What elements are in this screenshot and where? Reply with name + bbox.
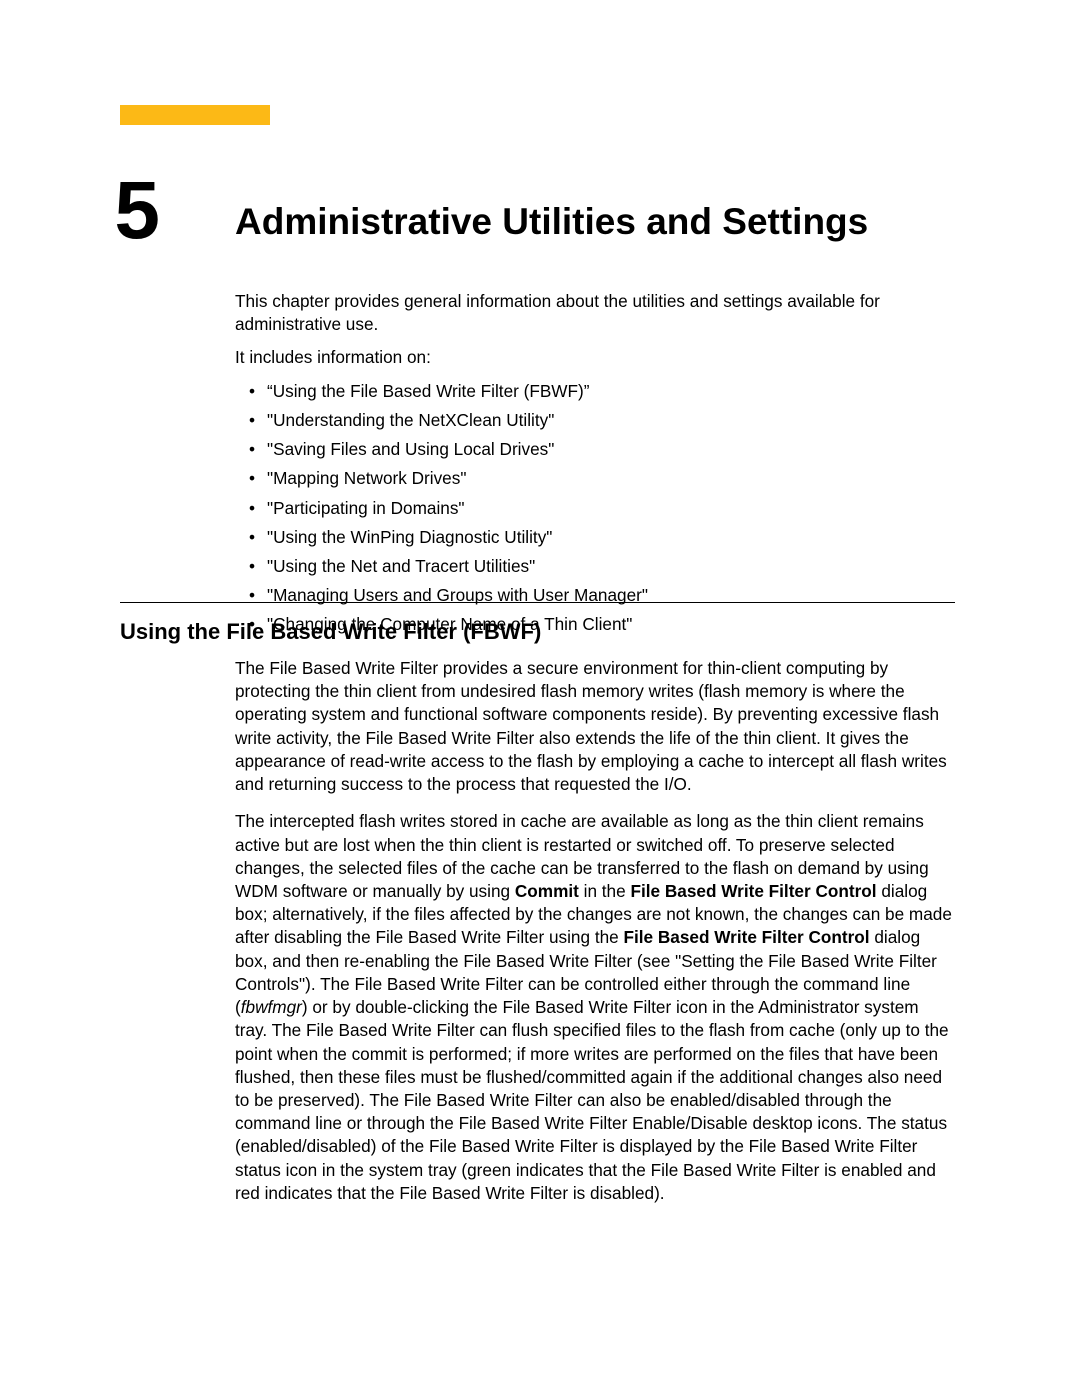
toc-item: "Participating in Domains" bbox=[235, 497, 955, 520]
bold-text: File Based Write Filter Control bbox=[630, 881, 876, 901]
toc-item: "Understanding the NetXClean Utility" bbox=[235, 409, 955, 432]
toc-item: "Using the Net and Tracert Utilities" bbox=[235, 555, 955, 578]
section-heading: Using the File Based Write Filter (FBWF) bbox=[120, 619, 955, 645]
bold-text: Commit bbox=[515, 881, 579, 901]
toc-list: “Using the File Based Write Filter (FBWF… bbox=[235, 380, 955, 637]
toc-item: "Using the WinPing Diagnostic Utility" bbox=[235, 526, 955, 549]
intro-paragraph-2: It includes information on: bbox=[235, 346, 955, 369]
accent-bar bbox=[120, 105, 270, 125]
chapter-title: Administrative Utilities and Settings bbox=[235, 170, 868, 244]
section-block: Using the File Based Write Filter (FBWF)… bbox=[120, 602, 955, 1219]
text: in the bbox=[579, 881, 631, 901]
section-divider bbox=[120, 602, 955, 603]
chapter-number: 5 bbox=[0, 170, 235, 252]
toc-item: “Using the File Based Write Filter (FBWF… bbox=[235, 380, 955, 403]
italic-text: fbwfmgr bbox=[241, 997, 302, 1017]
bold-text: File Based Write Filter Control bbox=[624, 927, 870, 947]
toc-item: "Mapping Network Drives" bbox=[235, 467, 955, 490]
section-paragraph-1: The File Based Write Filter provides a s… bbox=[235, 657, 955, 796]
section-paragraph-2: The intercepted flash writes stored in c… bbox=[235, 810, 955, 1205]
toc-item: "Saving Files and Using Local Drives" bbox=[235, 438, 955, 461]
chapter-header: 5 Administrative Utilities and Settings bbox=[0, 170, 1080, 252]
intro-paragraph-1: This chapter provides general informatio… bbox=[235, 290, 955, 336]
text: ) or by double-clicking the File Based W… bbox=[235, 997, 949, 1203]
section-body: The File Based Write Filter provides a s… bbox=[235, 657, 955, 1205]
page: 5 Administrative Utilities and Settings … bbox=[0, 0, 1080, 1397]
